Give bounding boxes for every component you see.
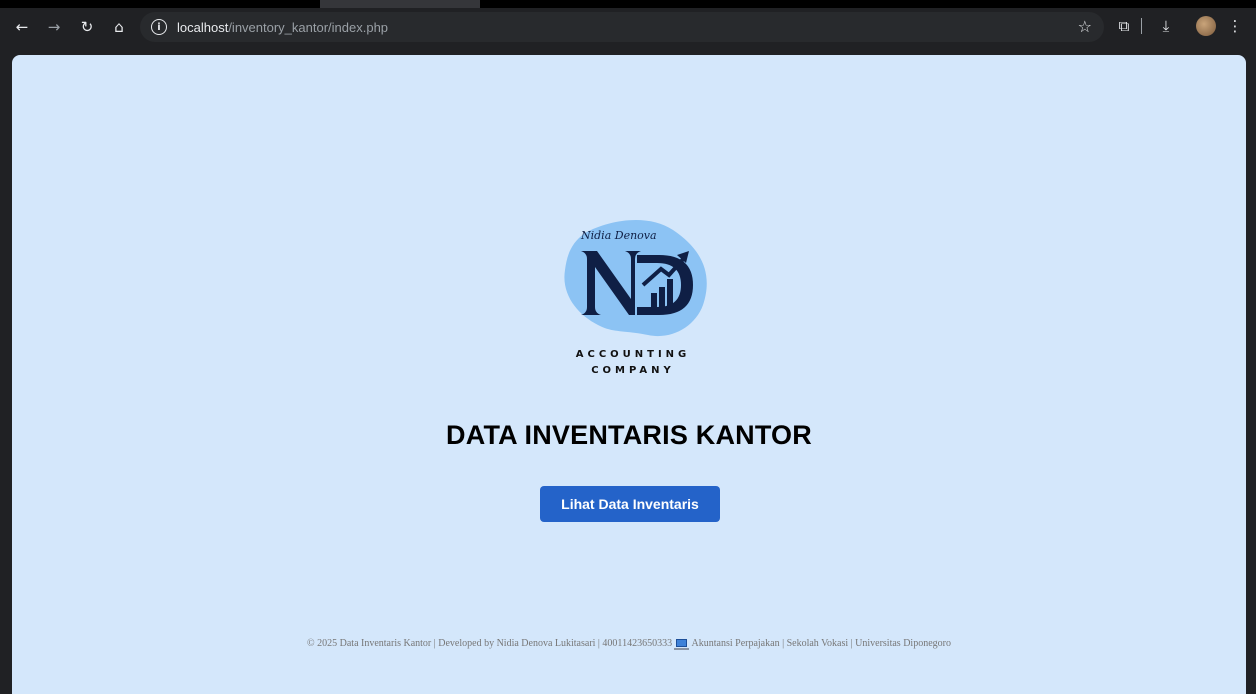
home-icon[interactable]: ⌂ bbox=[109, 17, 129, 37]
toolbar-divider bbox=[1141, 18, 1142, 34]
browser-toolbar: ← → ↻ ⌂ i localhost/inventory_kantor/ind… bbox=[0, 0, 1256, 50]
forward-arrow-icon[interactable]: → bbox=[44, 17, 64, 37]
download-icon[interactable]: ⤓ bbox=[1155, 15, 1177, 37]
footer-text-start: © 2025 Data Inventaris Kantor | Develope… bbox=[307, 638, 673, 649]
url-text[interactable]: localhost/inventory_kantor/index.php bbox=[177, 20, 388, 35]
logo-bar-3 bbox=[667, 279, 673, 307]
bookmark-star-icon[interactable]: ☆ bbox=[1078, 17, 1092, 36]
url-host: localhost bbox=[177, 19, 229, 35]
logo-bar-2 bbox=[659, 287, 665, 307]
kebab-menu-icon[interactable]: ⋮ bbox=[1224, 15, 1246, 37]
view-inventory-button[interactable]: Lihat Data Inventaris bbox=[540, 486, 720, 522]
logo-line-company: COMPANY bbox=[591, 365, 675, 376]
logo-bar-1 bbox=[651, 293, 657, 307]
page-title: DATA INVENTARIS KANTOR bbox=[446, 420, 812, 450]
profile-avatar[interactable] bbox=[1196, 16, 1216, 36]
extensions-icon[interactable]: ⧉ bbox=[1113, 15, 1135, 37]
url-path: /inventory_kantor/index.php bbox=[228, 19, 389, 35]
active-tab[interactable] bbox=[320, 0, 480, 8]
footer-text-end: Akuntansi Perpajakan | Sekolah Vokasi | … bbox=[691, 638, 951, 649]
tab-strip bbox=[0, 0, 1256, 8]
logo-line-accounting: ACCOUNTING bbox=[576, 349, 691, 360]
logo-script-text: Nidia Denova bbox=[580, 229, 657, 242]
address-bar[interactable]: i localhost/inventory_kantor/index.php ☆ bbox=[140, 12, 1104, 42]
company-logo: Nidia Denova ACCOUNTING COMPANY bbox=[564, 219, 707, 376]
footer: © 2025 Data Inventaris Kantor | Develope… bbox=[12, 638, 1246, 650]
reload-icon[interactable]: ↻ bbox=[77, 17, 97, 37]
page-content: Nidia Denova ACCOUNTING COMPANY DATA INV… bbox=[12, 55, 1246, 694]
laptop-icon bbox=[673, 639, 689, 650]
site-info-icon[interactable]: i bbox=[151, 19, 167, 35]
back-arrow-icon[interactable]: ← bbox=[12, 17, 32, 37]
